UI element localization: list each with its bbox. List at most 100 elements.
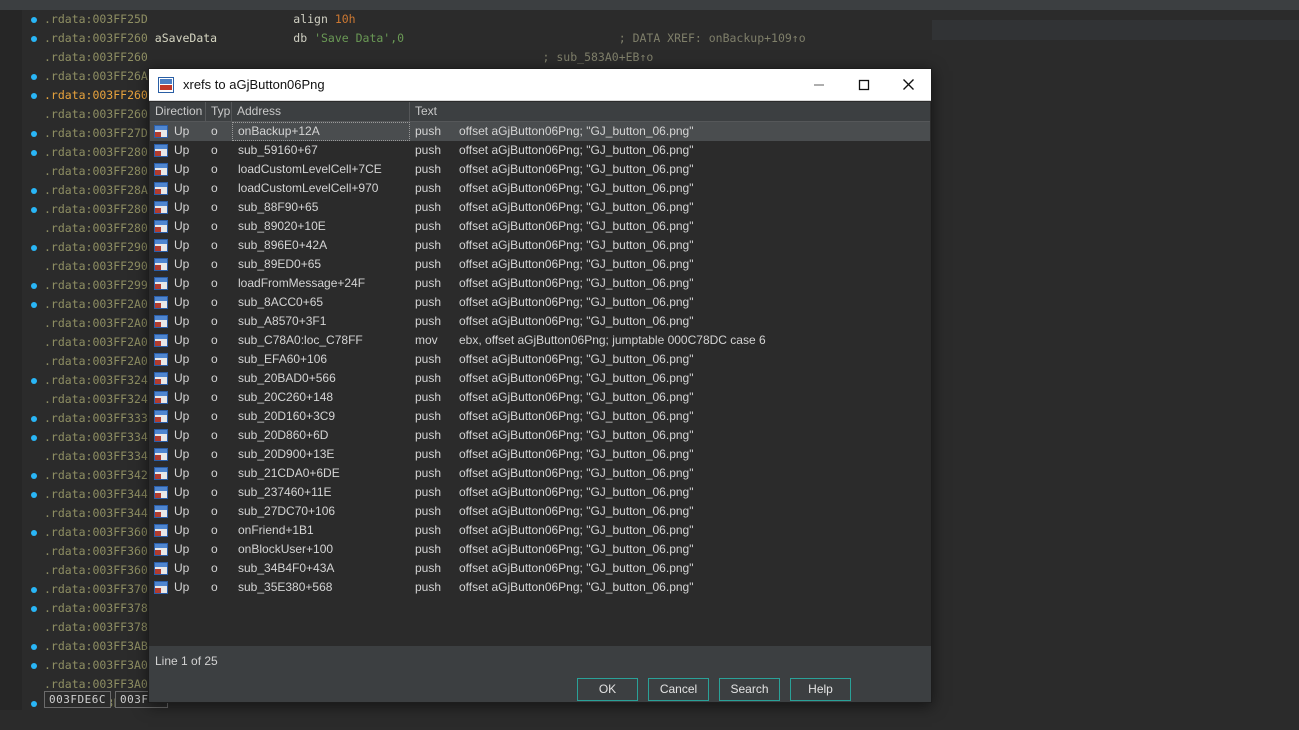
disassembly-line[interactable]: .rdata:003FF3AB [44, 637, 155, 656]
breakpoint-dot[interactable] [31, 150, 37, 156]
cell-address[interactable]: sub_20D860+6D [232, 426, 410, 445]
table-row[interactable]: Up o sub_35E380+568 push offset aGjButton06P… [150, 578, 930, 597]
breakpoint-dot[interactable] [31, 587, 37, 593]
cell-address[interactable]: sub_88F90+65 [232, 198, 410, 217]
nav-address-chip[interactable]: 003FDE6C [44, 691, 111, 708]
table-row[interactable]: Up o sub_896E0+42A push offset aGjButton06Pn… [150, 236, 930, 255]
table-row[interactable]: Up o sub_C78A0:loc_C78FF mov ebx, offset aGj… [150, 331, 930, 350]
table-row[interactable]: Up o onBackup+12A push offset aGjButton06Png… [150, 122, 930, 141]
table-row[interactable]: Up o sub_88F90+65 push offset aGjButton06Png… [150, 198, 930, 217]
cell-address[interactable]: sub_20C260+148 [232, 388, 410, 407]
disassembly-line[interactable]: .rdata:003FF344 [44, 485, 155, 504]
breakpoint-dot[interactable] [31, 701, 37, 707]
table-row[interactable]: Up o sub_237460+11E push offset aGjButton06P… [150, 483, 930, 502]
cell-address[interactable]: sub_89020+10E [232, 217, 410, 236]
table-row[interactable]: Up o sub_89020+10E push offset aGjButton06Pn… [150, 217, 930, 236]
disassembly-line[interactable]: .rdata:003FF370 [44, 580, 155, 599]
disassembly-line[interactable]: .rdata:003FF2A0 [44, 314, 155, 333]
close-icon[interactable] [886, 70, 931, 100]
disassembly-line[interactable]: .rdata:003FF342 [44, 466, 155, 485]
cell-address[interactable]: sub_20D900+13E [232, 445, 410, 464]
breakpoint-dot[interactable] [31, 663, 37, 669]
disassembly-line[interactable]: .rdata:003FF378 [44, 599, 155, 618]
cell-address[interactable]: sub_8ACC0+65 [232, 293, 410, 312]
cell-address[interactable]: sub_34B4F0+43A [232, 559, 410, 578]
search-button[interactable]: Search [719, 677, 780, 701]
cell-address[interactable]: sub_59160+67 [232, 141, 410, 160]
table-row[interactable]: Up o onBlockUser+100 push offset aGjButton06… [150, 540, 930, 559]
cell-address[interactable]: sub_C78A0:loc_C78FF [232, 331, 410, 350]
cell-address[interactable]: sub_20D160+3C9 [232, 407, 410, 426]
minimize-icon[interactable] [796, 70, 841, 100]
cell-address[interactable]: sub_35E380+568 [232, 578, 410, 597]
cell-address[interactable]: onFriend+1B1 [232, 521, 410, 540]
column-header-typ[interactable]: Typ [206, 102, 232, 121]
table-row[interactable]: Up o onFriend+1B1 push offset aGjButton06Png… [150, 521, 930, 540]
disassembly-line[interactable]: .rdata:003FF378 [44, 618, 155, 637]
cell-address[interactable]: onBackup+12A [232, 122, 410, 141]
disassembly-line[interactable]: .rdata:003FF2A0 [44, 333, 155, 352]
cell-address[interactable]: sub_896E0+42A [232, 236, 410, 255]
cell-address[interactable]: sub_20BAD0+566 [232, 369, 410, 388]
disassembly-line[interactable]: .rdata:003FF290 [44, 257, 155, 276]
breakpoint-dot[interactable] [31, 435, 37, 441]
column-header-text[interactable]: Text [410, 102, 930, 121]
table-row[interactable]: Up o sub_89ED0+65 push offset aGjButton06Png… [150, 255, 930, 274]
maximize-icon[interactable] [841, 70, 886, 100]
disassembly-line[interactable]: .rdata:003FF2A0 [44, 352, 155, 371]
disassembly-line[interactable]: .rdata:003FF280 [44, 143, 155, 162]
breakpoint-dot[interactable] [31, 416, 37, 422]
disassembly-line[interactable]: .rdata:003FF28A [44, 181, 155, 200]
disassembly-line[interactable]: .rdata:003FF280 [44, 200, 155, 219]
table-row[interactable]: Up o sub_21CDA0+6DE push offset aGjButton06P… [150, 464, 930, 483]
disassembly-line[interactable]: .rdata:003FF344 [44, 504, 155, 523]
table-row[interactable]: Up o sub_27DC70+106 push offset aGjButton06P… [150, 502, 930, 521]
table-row[interactable]: Up o loadCustomLevelCell+7CE push offset aGj… [150, 160, 930, 179]
breakpoint-dot[interactable] [31, 606, 37, 612]
disassembly-line[interactable]: .rdata:003FF260 [44, 86, 155, 105]
breakpoint-dot[interactable] [31, 207, 37, 213]
disassembly-line[interactable]: .rdata:003FF27D [44, 124, 155, 143]
disassembly-line[interactable]: .rdata:003FF333 [44, 409, 155, 428]
breakpoint-dot[interactable] [31, 188, 37, 194]
table-row[interactable]: Up o sub_8ACC0+65 push offset aGjButton06Png… [150, 293, 930, 312]
disassembly-line[interactable]: .rdata:003FF290 [44, 238, 155, 257]
table-row[interactable]: Up o sub_34B4F0+43A push offset aGjButton06P… [150, 559, 930, 578]
disassembly-line[interactable]: .rdata:003FF25D align 10h [44, 10, 356, 29]
cancel-button[interactable]: Cancel [648, 677, 709, 701]
table-row[interactable]: Up o sub_20D900+13E push offset aGjButton06P… [150, 445, 930, 464]
cell-address[interactable]: loadCustomLevelCell+7CE [232, 160, 410, 179]
table-row[interactable]: Up o sub_59160+67 push offset aGjButton06Png… [150, 141, 930, 160]
breakpoint-dot[interactable] [31, 283, 37, 289]
breakpoint-dot[interactable] [31, 473, 37, 479]
ok-button[interactable]: OK [577, 677, 638, 701]
breakpoint-dot[interactable] [31, 131, 37, 137]
disassembly-line[interactable]: .rdata:003FF324 [44, 390, 155, 409]
cell-address[interactable]: sub_237460+11E [232, 483, 410, 502]
table-row[interactable]: Up o sub_EFA60+106 push offset aGjButton06Pn… [150, 350, 930, 369]
help-button[interactable]: Help [790, 677, 851, 701]
breakpoint-dot[interactable] [31, 17, 37, 23]
cell-address[interactable]: sub_89ED0+65 [232, 255, 410, 274]
cell-address[interactable]: sub_A8570+3F1 [232, 312, 410, 331]
xrefs-table[interactable]: Direction Typ Address Text Up o onBackup+1… [149, 101, 931, 646]
table-row[interactable]: Up o loadFromMessage+24F push offset aGjButt… [150, 274, 930, 293]
disassembly-line[interactable]: .rdata:003FF280 [44, 219, 155, 238]
breakpoint-dot[interactable] [31, 74, 37, 80]
line-symbol-name[interactable]: aSaveData [155, 31, 217, 45]
disassembly-line[interactable]: .rdata:003FF334 [44, 447, 155, 466]
cell-address[interactable]: sub_27DC70+106 [232, 502, 410, 521]
disassembly-line[interactable]: .rdata:003FF360 [44, 523, 155, 542]
breakpoint-dot[interactable] [31, 245, 37, 251]
table-row[interactable]: Up o sub_20C260+148 push offset aGjButton06P… [150, 388, 930, 407]
cell-address[interactable]: loadFromMessage+24F [232, 274, 410, 293]
breakpoint-dot[interactable] [31, 644, 37, 650]
breakpoint-dot[interactable] [31, 302, 37, 308]
xrefs-dialog[interactable]: xrefs to aGjButton06Png Direction Typ Ad… [148, 68, 932, 703]
disassembly-line[interactable]: .rdata:003FF360 [44, 561, 155, 580]
disassembly-line[interactable]: .rdata:003FF360 [44, 542, 155, 561]
table-row[interactable]: Up o sub_20D860+6D push offset aGjButton06Pn… [150, 426, 930, 445]
breakpoint-dot[interactable] [31, 530, 37, 536]
cell-address[interactable]: loadCustomLevelCell+970 [232, 179, 410, 198]
dialog-title-bar[interactable]: xrefs to aGjButton06Png [149, 69, 931, 101]
